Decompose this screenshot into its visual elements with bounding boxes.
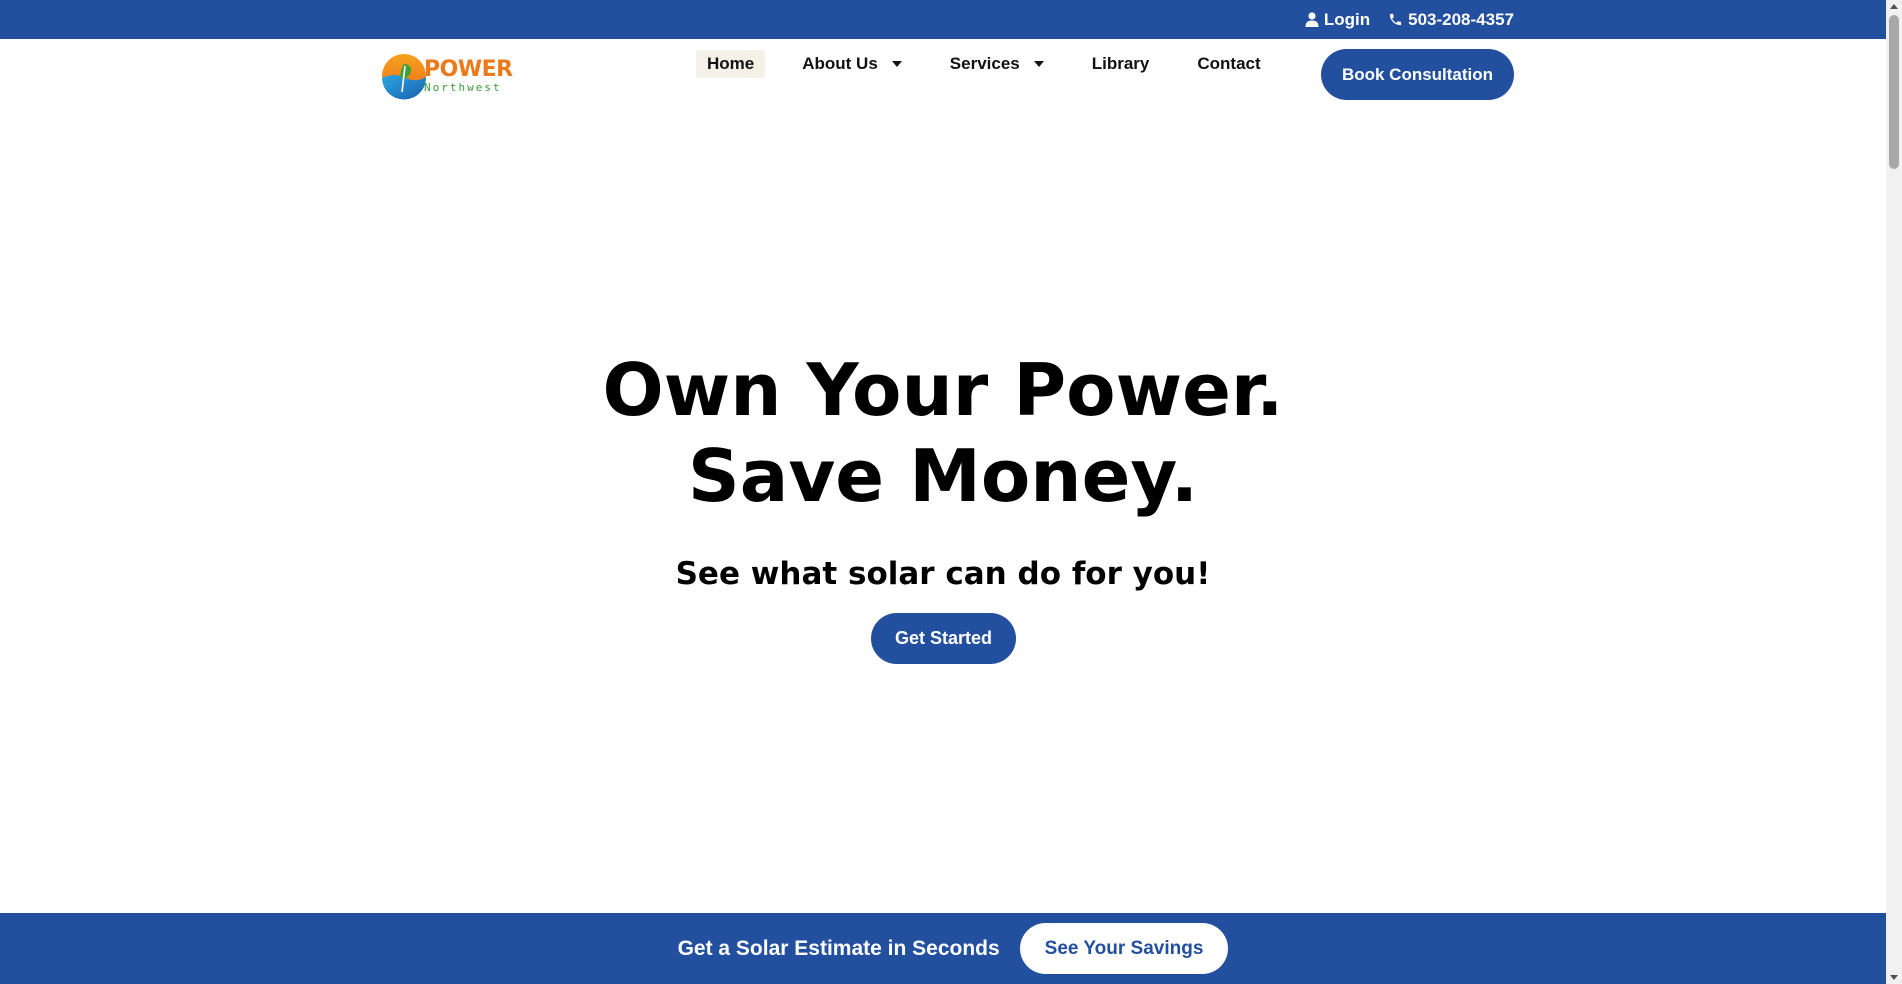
hero-title: Own Your Power. Save Money.	[0, 347, 1886, 519]
sun-leaf-logo-icon	[382, 54, 427, 100]
site-header: POWER Northwest Home About Us Services L…	[0, 39, 1886, 111]
see-your-savings-button[interactable]: See Your Savings	[1019, 923, 1229, 974]
logo[interactable]: POWER Northwest	[380, 51, 513, 101]
main-nav: Home About Us Services Library Contact	[696, 49, 1272, 79]
phone-number: 503-208-4357	[1408, 9, 1514, 29]
nav-item-about-us[interactable]: About Us	[791, 50, 913, 78]
vertical-scrollbar[interactable]	[1886, 0, 1902, 984]
estimate-banner: Get a Solar Estimate in Seconds See Your…	[0, 913, 1886, 984]
nav-item-contact[interactable]: Contact	[1186, 50, 1271, 78]
login-link[interactable]: Login	[1305, 10, 1370, 30]
logo-subword: Northwest	[424, 81, 502, 94]
user-icon	[1305, 12, 1319, 27]
login-label: Login	[1323, 9, 1371, 29]
scrollbar-thumb[interactable]	[1889, 15, 1899, 169]
hero-title-line-2: Save Money.	[687, 434, 1199, 518]
phone-link[interactable]: 503-208-4357	[1388, 10, 1514, 30]
nav-item-home[interactable]: Home	[696, 50, 766, 78]
nav-item-services[interactable]: Services	[939, 50, 1055, 78]
hero-subtitle: See what solar can do for you!	[675, 556, 1211, 592]
chevron-down-icon	[891, 61, 902, 67]
book-consultation-button[interactable]: Book Consultation	[1321, 49, 1514, 100]
phone-icon	[1390, 13, 1402, 26]
logo-wordmark: POWER	[424, 57, 513, 82]
top-utility-bar: Login 503-208-4357	[0, 0, 1886, 39]
scroll-down-arrow-icon[interactable]	[1890, 975, 1898, 980]
chevron-down-icon	[1033, 61, 1044, 67]
nav-item-library[interactable]: Library	[1081, 50, 1161, 78]
hero-title-line-1: Own Your Power.	[602, 348, 1284, 432]
get-started-button[interactable]: Get Started	[871, 613, 1016, 664]
scroll-up-arrow-icon[interactable]	[1890, 4, 1898, 9]
page: Login 503-208-4357 POWER Northwest Home …	[0, 0, 1886, 984]
estimate-banner-text: Get a Solar Estimate in Seconds	[677, 936, 1000, 960]
